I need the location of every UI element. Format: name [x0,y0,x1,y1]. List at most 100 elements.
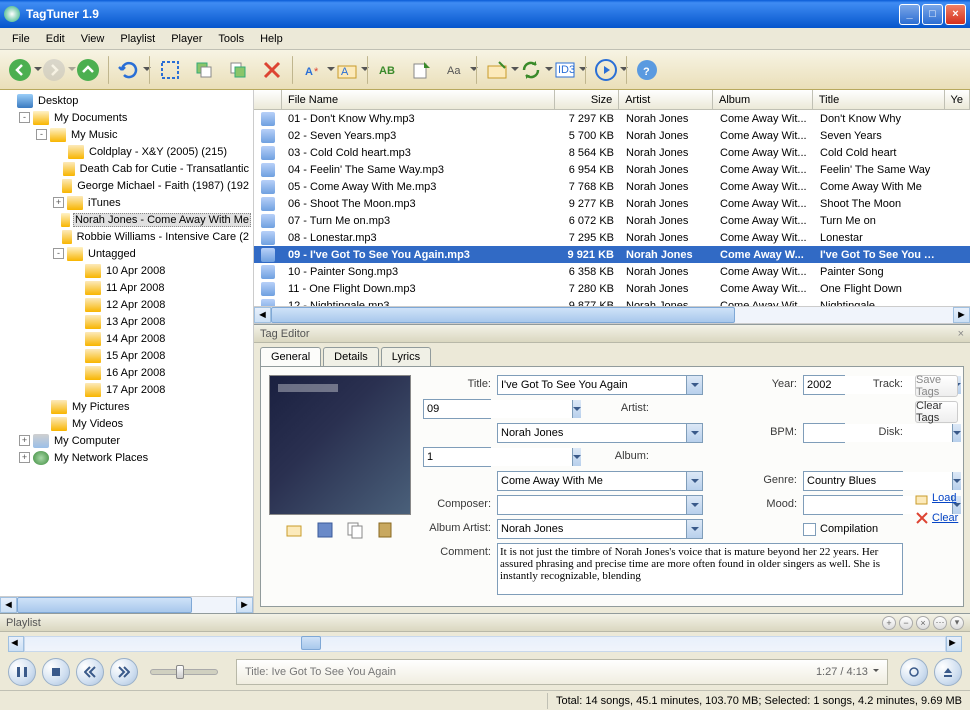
tree-node[interactable]: 14 Apr 2008 [2,330,251,347]
file-row[interactable]: 06 - Shoot The Moon.mp39 277 KBNorah Jon… [254,195,970,212]
tree-node[interactable]: 12 Apr 2008 [2,296,251,313]
art-paste-icon[interactable] [376,521,394,539]
comment-field[interactable] [497,543,903,598]
tree-hscroll[interactable]: ◄► [0,596,253,613]
playlist-collapse-icon[interactable]: ▾ [950,616,964,630]
file-row[interactable]: 02 - Seven Years.mp35 700 KBNorah JonesC… [254,127,970,144]
clear-link[interactable]: Clear [915,511,958,525]
file-row[interactable]: 04 - Feelin' The Same Way.mp36 954 KBNor… [254,161,970,178]
tree-node[interactable]: +My Computer [2,432,251,449]
file-row[interactable]: 09 - I've Got To See You Again.mp39 921 … [254,246,970,263]
file-row[interactable]: 10 - Painter Song.mp36 358 KBNorah Jones… [254,263,970,280]
next-button[interactable] [110,658,138,686]
file-row[interactable]: 12 - Nightingale.mp39 877 KBNorah JonesC… [254,297,970,306]
close-button[interactable]: × [945,4,966,25]
id3-button[interactable]: ID3 [549,54,581,86]
filelist-hscroll[interactable]: ◄► [254,306,970,323]
rename-button[interactable]: AB [372,54,404,86]
eject-button[interactable] [934,658,962,686]
pause-button[interactable] [8,658,36,686]
load-link[interactable]: Load [915,491,958,505]
album-art[interactable] [269,375,411,515]
menu-help[interactable]: Help [252,31,291,47]
convert-button[interactable] [406,54,438,86]
file-row[interactable]: 05 - Come Away With Me.mp37 768 KBNorah … [254,178,970,195]
art-save-icon[interactable] [316,521,334,539]
play-button[interactable] [590,54,622,86]
tag-editor-close-icon[interactable]: × [958,328,964,340]
tree-node[interactable]: -My Documents [2,109,251,126]
prev-button[interactable] [76,658,104,686]
art-open-icon[interactable] [286,521,304,539]
maximize-button[interactable]: □ [922,4,943,25]
tree-node[interactable]: +iTunes [2,194,251,211]
refresh-button[interactable] [515,54,547,86]
tree-node[interactable]: Desktop [2,92,251,109]
file-row[interactable]: 03 - Cold Cold heart.mp38 564 KBNorah Jo… [254,144,970,161]
tree-node[interactable]: 17 Apr 2008 [2,381,251,398]
album-field[interactable] [497,471,703,491]
menu-file[interactable]: File [4,31,38,47]
tree-node[interactable]: 13 Apr 2008 [2,313,251,330]
paste-tags-button[interactable] [222,54,254,86]
genre-field[interactable] [803,471,903,491]
title-field[interactable] [497,375,703,395]
mood-field[interactable] [803,495,903,515]
tree-node[interactable]: -My Music [2,126,251,143]
select-all-button[interactable] [154,54,186,86]
tab-lyrics[interactable]: Lyrics [381,347,431,366]
save-tags-button[interactable]: Save Tags [915,375,958,397]
playlist-add-icon[interactable]: + [882,616,896,630]
stop-button[interactable] [42,658,70,686]
tree-node[interactable]: Robbie Williams - Intensive Care (2 [2,228,251,245]
tree-node[interactable]: My Videos [2,415,251,432]
playlist-delete-icon[interactable]: × [916,616,930,630]
file-list-header[interactable]: File Name Size Artist Album Title Ye [254,90,970,110]
disk-field[interactable] [423,447,491,467]
tab-general[interactable]: General [260,347,321,366]
autotag-folder-button[interactable]: A [331,54,363,86]
menu-player[interactable]: Player [163,31,210,47]
albumartist-field[interactable] [497,519,703,539]
file-row[interactable]: 08 - Lonestar.mp37 295 KBNorah JonesCome… [254,229,970,246]
up-button[interactable] [72,54,104,86]
tree-node[interactable]: 15 Apr 2008 [2,347,251,364]
file-row[interactable]: 11 - One Flight Down.mp37 280 KBNorah Jo… [254,280,970,297]
tree-node[interactable]: 10 Apr 2008 [2,262,251,279]
undo-button[interactable] [113,54,145,86]
art-copy-icon[interactable] [346,521,364,539]
back-button[interactable] [4,54,36,86]
copy-tags-button[interactable] [188,54,220,86]
tab-details[interactable]: Details [323,347,379,366]
clear-tags-button[interactable]: Clear Tags [915,401,958,423]
menu-playlist[interactable]: Playlist [112,31,163,47]
playlist-remove-icon[interactable]: − [899,616,913,630]
playlist-save-icon[interactable]: ⋯ [933,616,947,630]
bpm-field[interactable] [803,423,845,443]
file-row[interactable]: 07 - Turn Me on.mp36 072 KBNorah JonesCo… [254,212,970,229]
tree-node[interactable]: Death Cab for Cutie - Transatlantic [2,160,251,177]
tree-node[interactable]: Norah Jones - Come Away With Me [2,211,251,228]
menu-tools[interactable]: Tools [210,31,252,47]
help-button[interactable]: ? [631,54,663,86]
forward-button[interactable] [38,54,70,86]
delete-button[interactable] [256,54,288,86]
artist-field[interactable] [497,423,703,443]
tree-node[interactable]: +My Network Places [2,449,251,466]
tree-node[interactable]: -Untagged [2,245,251,262]
tree-node[interactable]: George Michael - Faith (1987) (192 [2,177,251,194]
organize-button[interactable] [481,54,513,86]
minimize-button[interactable]: _ [899,4,920,25]
seek-bar[interactable]: ◄► [8,636,962,652]
compilation-checkbox[interactable]: Compilation [803,519,903,539]
tree-node[interactable]: Coldplay - X&Y (2005) (215) [2,143,251,160]
composer-field[interactable] [497,495,703,515]
repeat-button[interactable] [900,658,928,686]
year-field[interactable] [803,375,845,395]
file-row[interactable]: 01 - Don't Know Why.mp37 297 KBNorah Jon… [254,110,970,127]
menu-edit[interactable]: Edit [38,31,73,47]
tree-node[interactable]: My Pictures [2,398,251,415]
case-button[interactable]: Aa [440,54,472,86]
track-field[interactable] [423,399,491,419]
menu-view[interactable]: View [73,31,113,47]
